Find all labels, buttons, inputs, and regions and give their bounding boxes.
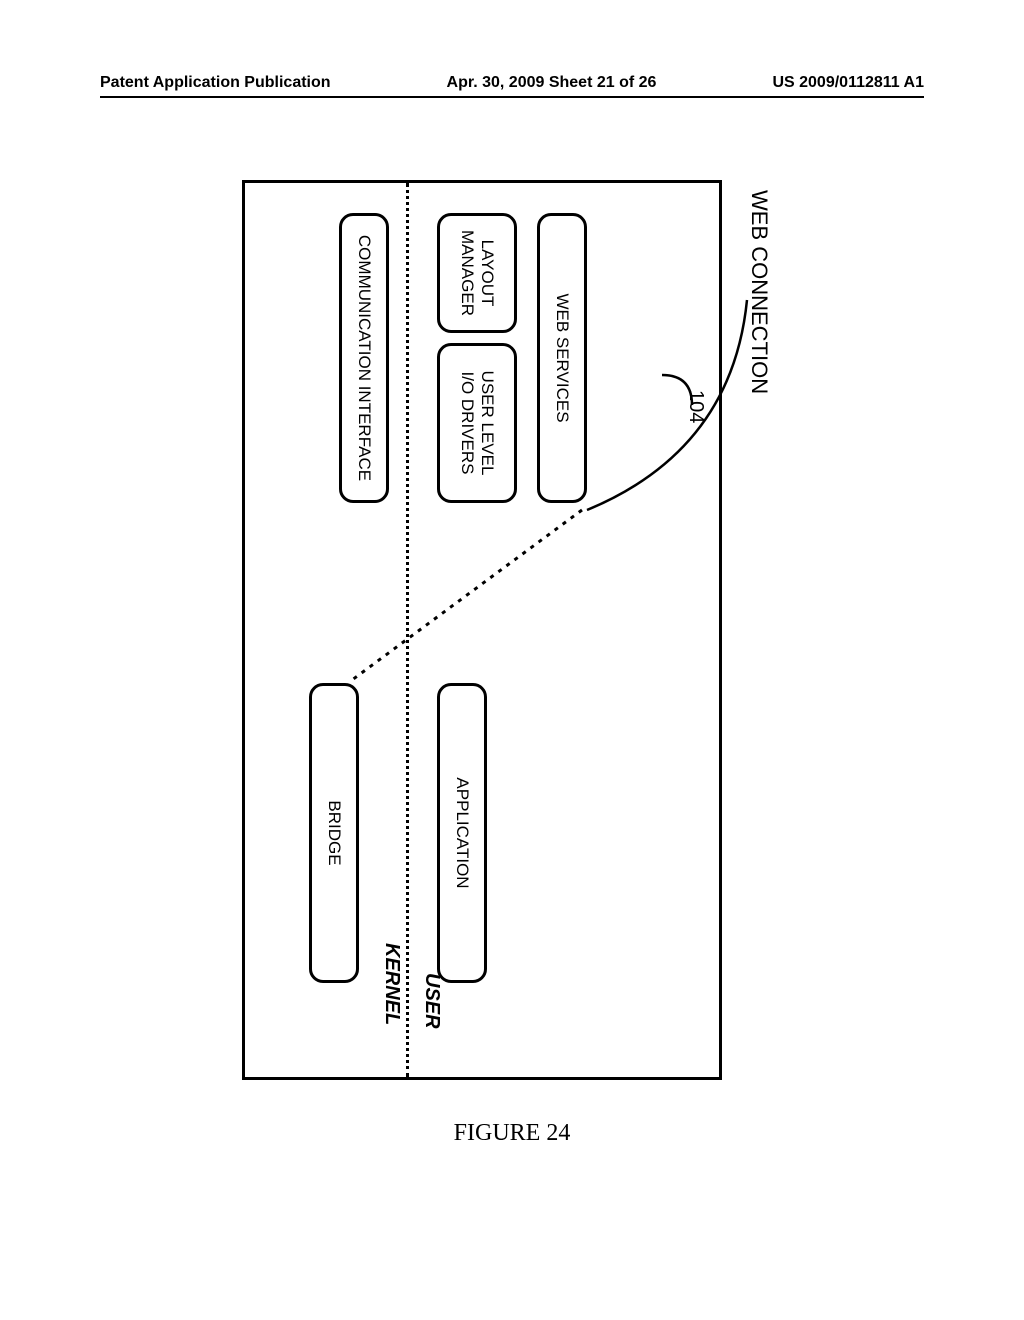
user-kernel-divider bbox=[406, 183, 409, 1077]
header-right: US 2009/0112811 A1 bbox=[772, 74, 924, 92]
web-connection-label: WEB CONNECTION bbox=[746, 190, 772, 394]
box-user-level-io-drivers: USER LEVELI/O DRIVERS bbox=[437, 343, 517, 503]
system-frame: USER KERNEL WEB SERVICES USER LEVELI/O D… bbox=[242, 180, 722, 1080]
box-layout-manager: LAYOUTMANAGER bbox=[437, 213, 517, 333]
diagram: WEB CONNECTION 104 USER KERNEL WEB SERVI… bbox=[242, 180, 782, 1080]
header-center: Apr. 30, 2009 Sheet 21 of 26 bbox=[447, 74, 657, 92]
box-application: APPLICATION bbox=[437, 683, 487, 983]
box-communication-interface: COMMUNICATION INTERFACE bbox=[339, 213, 389, 503]
box-bridge: BRIDGE bbox=[309, 683, 359, 983]
box-web-services: WEB SERVICES bbox=[537, 213, 587, 503]
figure-caption: FIGURE 24 bbox=[0, 1120, 1024, 1147]
page-header: Patent Application Publication Apr. 30, … bbox=[100, 74, 924, 98]
kernel-region-label: KERNEL bbox=[380, 943, 403, 1025]
header-left: Patent Application Publication bbox=[100, 74, 331, 92]
user-region-label: USER bbox=[420, 973, 443, 1029]
